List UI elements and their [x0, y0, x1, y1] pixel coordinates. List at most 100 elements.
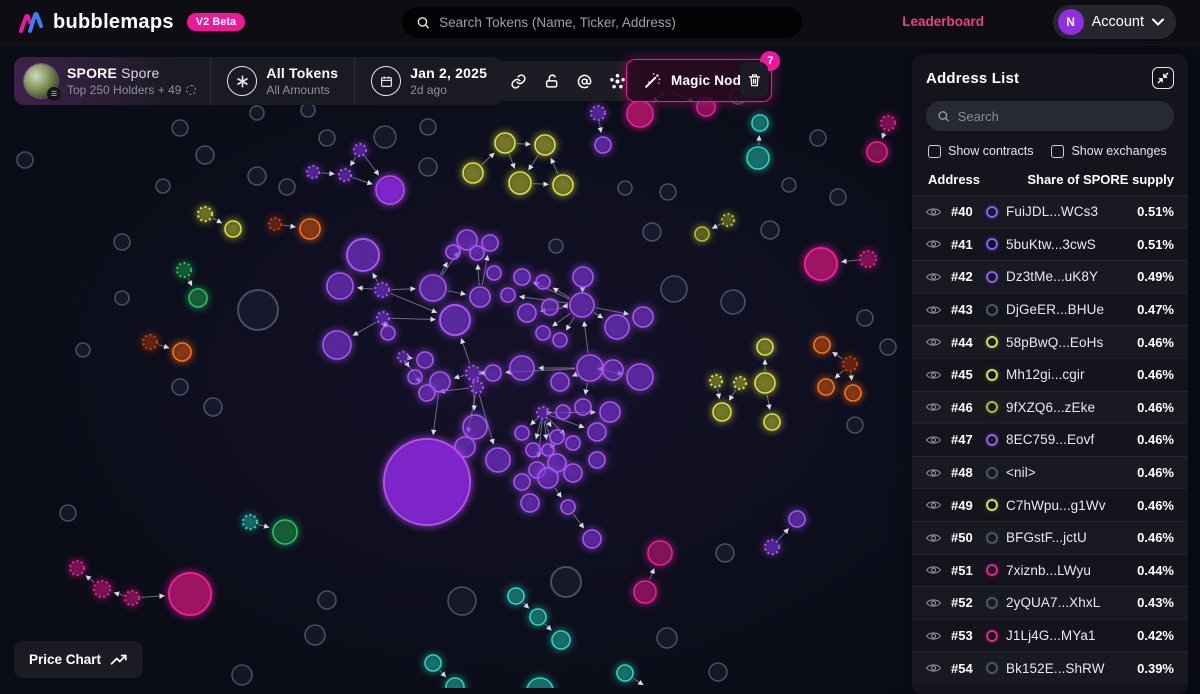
clear-button[interactable] — [740, 62, 768, 98]
eye-icon[interactable] — [926, 369, 941, 381]
address-row[interactable]: #53J1Lj4G...MYa10.42% — [912, 619, 1188, 652]
eye-icon[interactable] — [926, 467, 941, 479]
holder-bubble[interactable] — [577, 355, 603, 381]
collapse-panel-button[interactable] — [1152, 67, 1174, 89]
holder-bubble[interactable] — [377, 312, 389, 324]
background-bubble[interactable] — [196, 146, 214, 164]
address-search-input[interactable] — [958, 109, 1163, 124]
holder-bubble[interactable] — [425, 655, 441, 671]
background-bubble[interactable] — [248, 167, 266, 185]
eye-icon[interactable] — [926, 630, 941, 642]
background-bubble[interactable] — [301, 103, 315, 117]
background-bubble[interactable] — [419, 158, 437, 176]
holder-bubble[interactable] — [561, 500, 575, 514]
holder-bubble[interactable] — [323, 331, 351, 359]
holder-bubble[interactable] — [627, 101, 653, 127]
holder-bubble[interactable] — [375, 283, 389, 297]
toggle-visibility-button[interactable] — [926, 206, 942, 218]
background-bubble[interactable] — [709, 663, 727, 681]
address-row[interactable]: #478EC759...Eovf0.46% — [912, 423, 1188, 456]
background-bubble[interactable] — [618, 181, 632, 195]
background-bubble[interactable] — [172, 379, 188, 395]
eye-icon[interactable] — [926, 434, 941, 446]
holder-bubble[interactable] — [536, 326, 550, 340]
holder-bubble[interactable] — [526, 443, 540, 457]
background-bubble[interactable] — [643, 223, 661, 241]
holder-bubble[interactable] — [419, 385, 435, 401]
holder-bubble[interactable] — [225, 221, 241, 237]
holder-bubble[interactable] — [633, 307, 653, 327]
holder-bubble[interactable] — [573, 267, 593, 287]
holder-bubble[interactable] — [553, 333, 567, 347]
holder-bubble[interactable] — [648, 541, 672, 565]
address-row[interactable]: #522yQUA7...XhxL0.43% — [912, 586, 1188, 619]
token-chip[interactable]: ☰ SPORE Spore Top 250 Holders + 49 — [14, 57, 210, 105]
holder-bubble[interactable] — [695, 227, 709, 241]
holder-bubble[interactable] — [764, 414, 780, 430]
holder-bubble[interactable] — [300, 219, 320, 239]
background-bubble[interactable] — [172, 120, 188, 136]
holder-bubble[interactable] — [538, 468, 558, 488]
holder-bubble[interactable] — [713, 403, 731, 421]
background-bubble[interactable] — [761, 221, 779, 239]
holder-bubble[interactable] — [634, 581, 656, 603]
holder-bubble[interactable] — [347, 239, 379, 271]
holder-bubble[interactable] — [243, 515, 257, 529]
toggle-visibility-button[interactable] — [926, 597, 942, 609]
holder-bubble[interactable] — [747, 147, 769, 169]
address-row[interactable]: #54Bk152E...ShRW0.39% — [912, 651, 1188, 684]
background-bubble[interactable] — [114, 234, 130, 250]
holder-bubble[interactable] — [470, 246, 484, 260]
background-bubble[interactable] — [115, 291, 129, 305]
holder-bubble[interactable] — [169, 573, 211, 615]
background-bubble[interactable] — [76, 343, 90, 357]
holder-bubble[interactable] — [757, 339, 773, 355]
background-bubble[interactable] — [279, 179, 295, 195]
background-bubble[interactable] — [156, 179, 170, 193]
holder-bubble[interactable] — [553, 175, 573, 195]
eye-icon[interactable] — [926, 564, 941, 576]
holder-bubble[interactable] — [143, 335, 157, 349]
holder-bubble[interactable] — [94, 581, 110, 597]
holder-bubble[interactable] — [177, 263, 191, 277]
leaderboard-link[interactable]: Leaderboard — [902, 14, 984, 29]
holder-bubble[interactable] — [605, 315, 629, 339]
holder-bubble[interactable] — [552, 631, 570, 649]
holder-bubble[interactable] — [398, 352, 408, 362]
price-chart-button[interactable]: Price Chart — [14, 641, 143, 678]
holder-bubble[interactable] — [814, 337, 830, 353]
eye-icon[interactable] — [926, 271, 941, 283]
holder-bubble[interactable] — [466, 366, 480, 380]
address-search-bar[interactable] — [926, 101, 1174, 131]
background-bubble[interactable] — [857, 310, 873, 326]
holder-bubble[interactable] — [446, 245, 460, 259]
address-row[interactable]: #517xiznb...LWyu0.44% — [912, 554, 1188, 587]
holder-bubble[interactable] — [867, 142, 887, 162]
address-row[interactable]: #4458pBwQ...EoHs0.46% — [912, 325, 1188, 358]
background-bubble[interactable] — [448, 587, 476, 615]
holder-bubble[interactable] — [463, 415, 487, 439]
eye-icon[interactable] — [926, 206, 941, 218]
holder-bubble[interactable] — [843, 357, 857, 371]
show-contracts-checkbox[interactable]: Show contracts — [928, 144, 1033, 158]
holder-bubble[interactable] — [881, 116, 895, 130]
address-search-button[interactable] — [571, 66, 598, 96]
holder-bubble[interactable] — [327, 273, 353, 299]
holder-bubble[interactable] — [269, 218, 281, 230]
holder-bubble[interactable] — [566, 436, 580, 450]
holder-bubble[interactable] — [627, 364, 653, 390]
holder-bubble[interactable] — [420, 275, 446, 301]
holder-bubble[interactable] — [470, 287, 490, 307]
address-row[interactable]: #42Dz3tMe...uK8Y0.49% — [912, 260, 1188, 293]
holder-bubble[interactable] — [805, 248, 837, 280]
eye-icon[interactable] — [926, 499, 941, 511]
holder-bubble[interactable] — [617, 665, 633, 681]
holder-bubble[interactable] — [514, 474, 530, 490]
toggle-visibility-button[interactable] — [926, 401, 942, 413]
background-bubble[interactable] — [721, 290, 745, 314]
background-bubble[interactable] — [319, 130, 335, 146]
holder-bubble[interactable] — [440, 305, 470, 335]
toggle-visibility-button[interactable] — [926, 564, 942, 576]
background-bubble[interactable] — [60, 505, 76, 521]
holder-bubble[interactable] — [600, 402, 620, 422]
